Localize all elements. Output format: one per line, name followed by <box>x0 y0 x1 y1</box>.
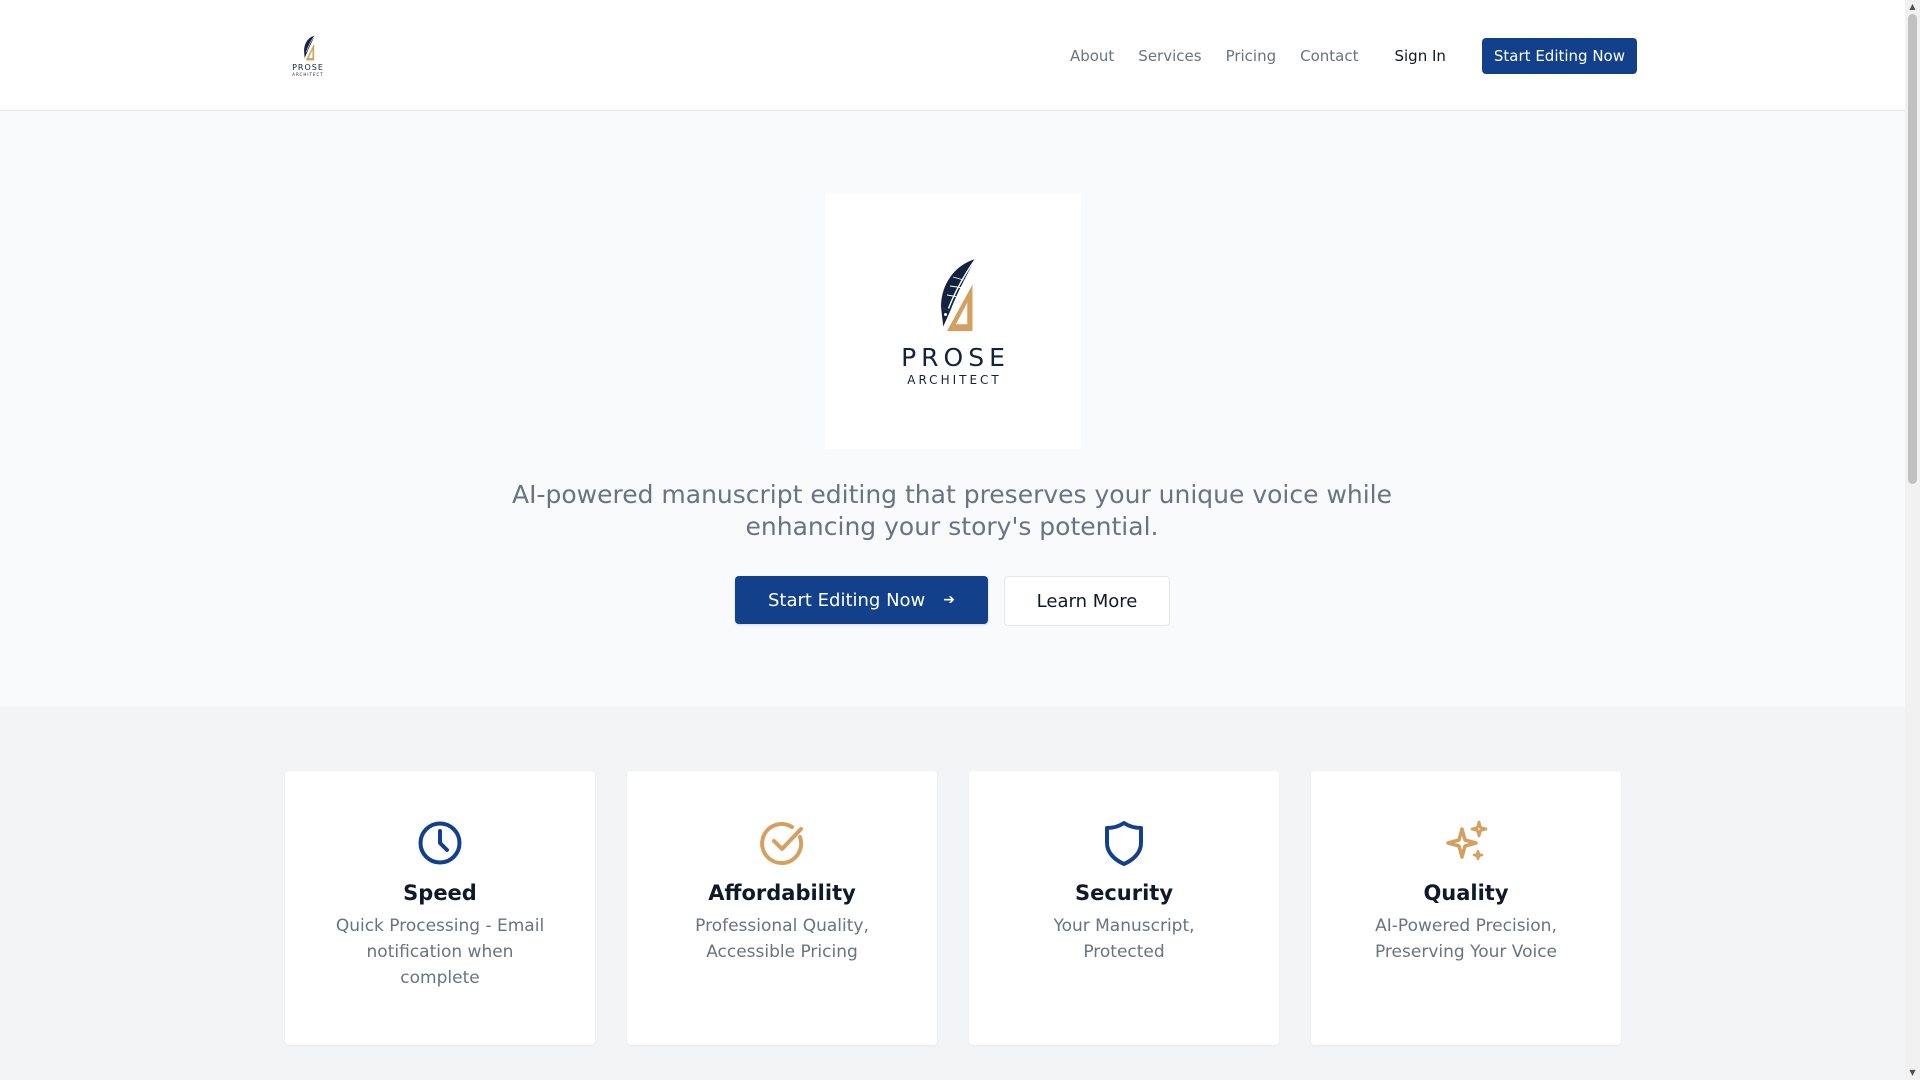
feature-description: Professional Quality, Accessible Pricing <box>695 916 869 962</box>
header-inner: PROSE ARCHITECT About Services Pricing C… <box>285 0 1637 111</box>
sign-in-link[interactable]: Sign In <box>1394 47 1445 65</box>
features-grid: Speed Quick Processing - Email notificat… <box>285 771 1621 1045</box>
quill-logo-icon <box>304 35 315 61</box>
feature-title: Quality <box>1423 881 1509 905</box>
quill-logo-icon <box>941 258 977 331</box>
header-logo-wordmark: PROSE <box>292 63 324 72</box>
scrollbar-thumb[interactable] <box>1908 14 1917 484</box>
arrow-right-icon: ➔ <box>943 592 956 608</box>
feature-title: Affordability <box>708 881 856 905</box>
nav-link-about[interactable]: About <box>1070 47 1114 65</box>
site-header: PROSE ARCHITECT About Services Pricing C… <box>0 0 1905 111</box>
feature-card-speed: Speed Quick Processing - Email notificat… <box>285 771 595 1045</box>
scroll-up-icon[interactable]: ▲ <box>1905 0 1920 14</box>
header-logo[interactable]: PROSE ARCHITECT <box>285 34 331 77</box>
clock-icon <box>418 821 462 865</box>
feature-description: Your Manuscript, Protected <box>1053 916 1195 962</box>
page: PROSE ARCHITECT About Services Pricing C… <box>0 0 1920 1080</box>
header-start-editing-button[interactable]: Start Editing Now <box>1481 37 1637 74</box>
feature-title: Security <box>1074 881 1174 905</box>
features-section: Speed Quick Processing - Email notificat… <box>0 706 1905 1080</box>
feature-description: Quick Processing - Email notification wh… <box>335 916 545 988</box>
feature-description: AI-Powered Precision, Preserving Your Vo… <box>1374 916 1558 962</box>
nav-link-services[interactable]: Services <box>1138 47 1201 65</box>
shield-icon <box>1105 821 1143 866</box>
hero-logo-wordmark: PROSE <box>901 343 1010 372</box>
check-circle-icon <box>760 822 804 865</box>
learn-more-button[interactable]: Learn More <box>1004 576 1170 626</box>
nav-link-contact[interactable]: Contact <box>1300 47 1358 65</box>
sparkles-icon <box>1446 820 1488 861</box>
main-nav: About Services Pricing Contact Sign In S… <box>1046 37 1637 74</box>
feature-card-affordability: Affordability Professional Quality, Acce… <box>627 771 937 1045</box>
page-scrollbar[interactable]: ▲ ▼ <box>1905 0 1920 1080</box>
feature-card-security: Security Your Manuscript, Protected <box>969 771 1279 1045</box>
hero-tagline: AI-powered manuscript editing that prese… <box>511 480 1393 541</box>
hero-section: PROSE ARCHITECT AI-powered manuscript ed… <box>0 111 1905 706</box>
feature-card-quality: Quality AI-Powered Precision, Preserving… <box>1311 771 1621 1045</box>
scroll-down-icon[interactable]: ▼ <box>1905 1066 1920 1080</box>
header-logo-subtitle: ARCHITECT <box>292 72 324 77</box>
nav-link-pricing[interactable]: Pricing <box>1226 47 1277 65</box>
hero-logo: PROSE ARCHITECT <box>825 193 1081 449</box>
hero-start-editing-button[interactable]: Start Editing Now ➔ <box>735 576 988 624</box>
feature-title: Speed <box>403 881 477 905</box>
hero-logo-subtitle: ARCHITECT <box>907 373 1002 387</box>
hero-start-editing-label: Start Editing Now <box>767 589 926 611</box>
hero-buttons: Start Editing Now ➔ Learn More <box>0 576 1905 626</box>
